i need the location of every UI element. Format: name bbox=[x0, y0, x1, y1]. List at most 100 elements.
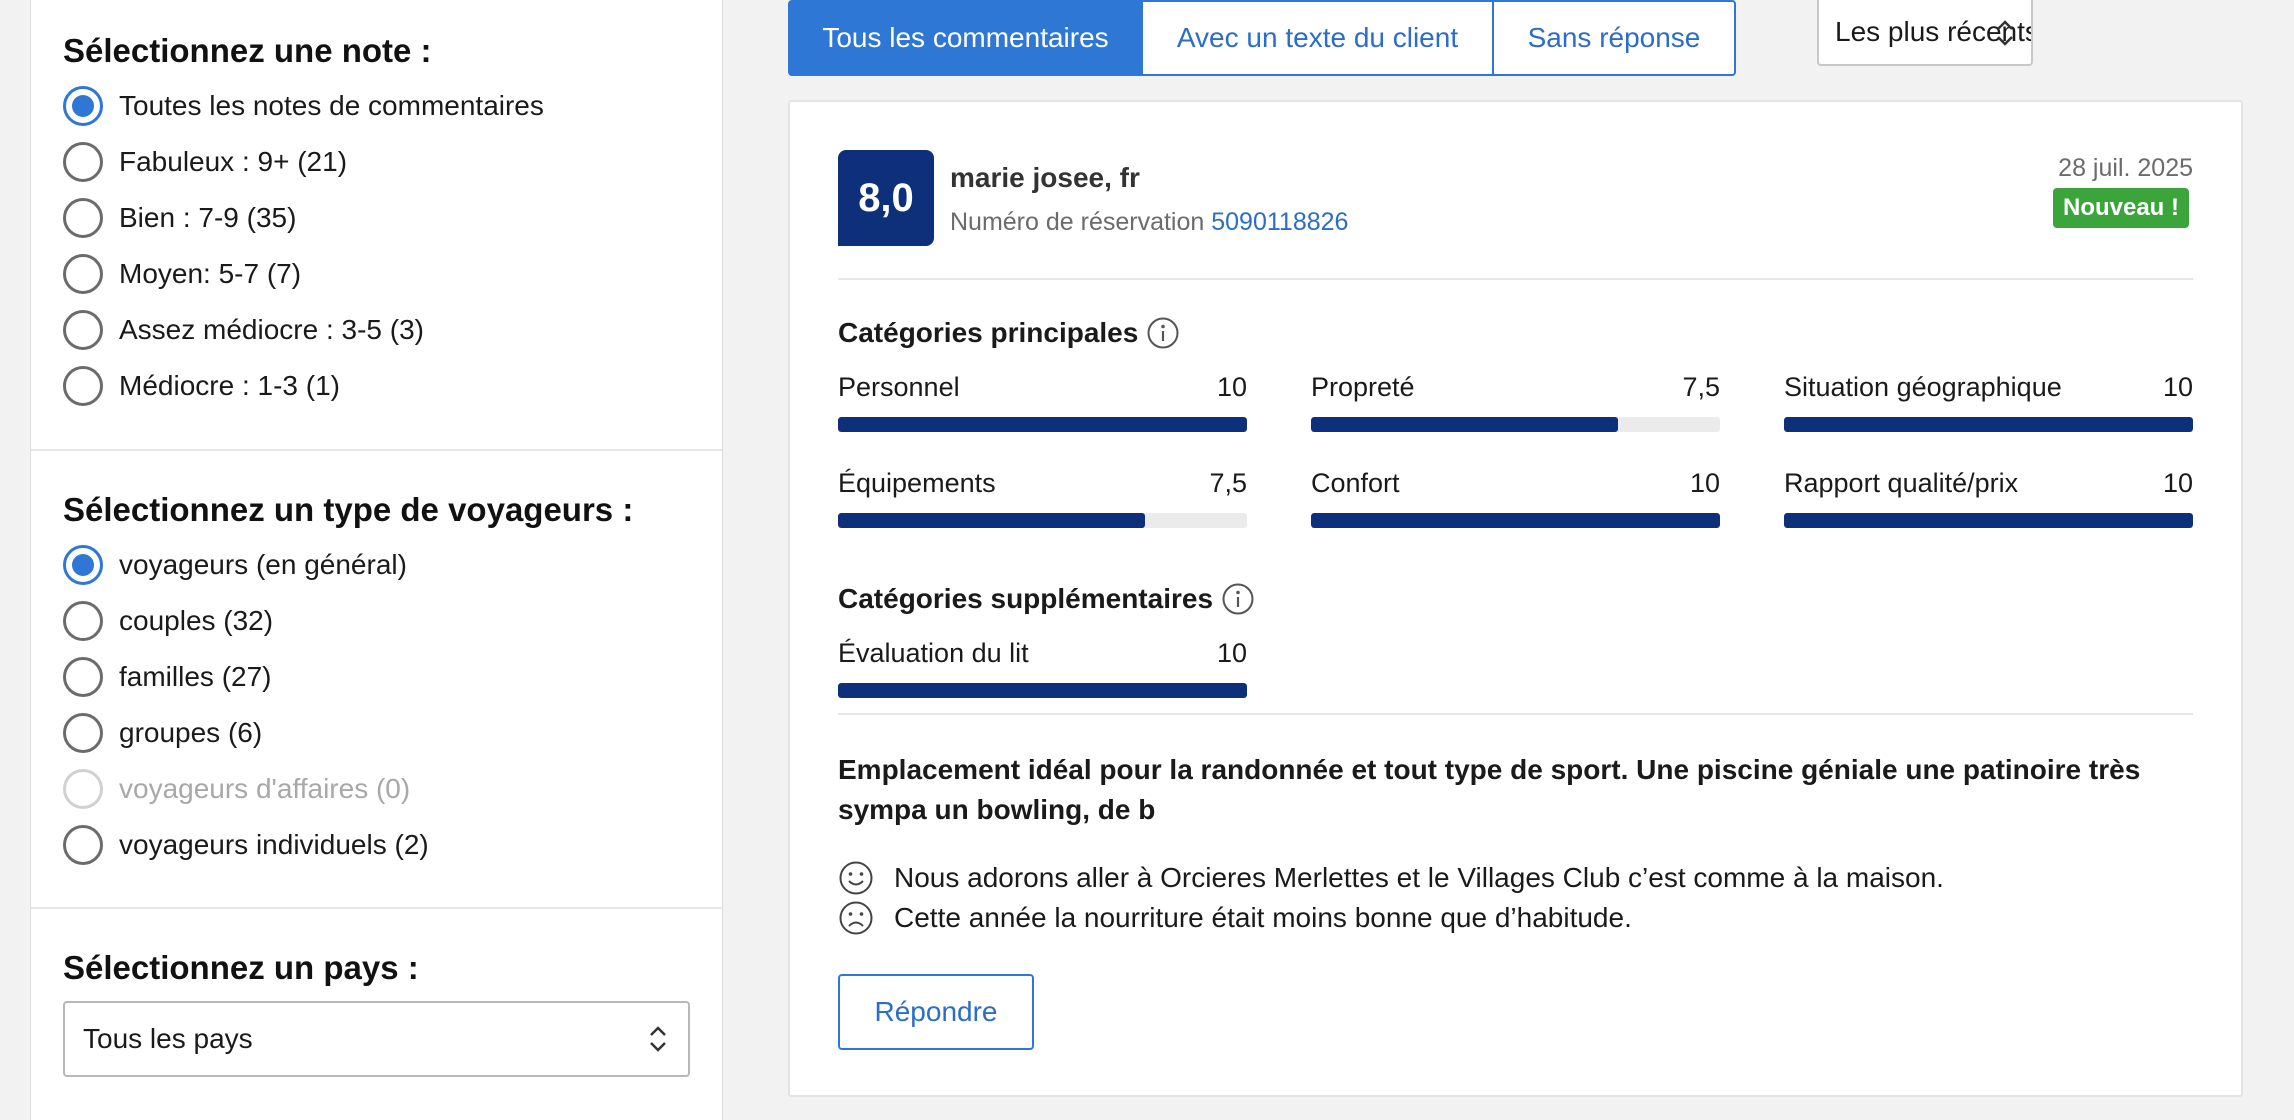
positive-comment-text: Nous adorons aller à Orcieres Merlettes … bbox=[894, 862, 1944, 893]
rating-option-average[interactable]: Moyen: 5-7 (7) bbox=[63, 246, 690, 302]
review-tabs: Tous les commentaires Avec un texte du c… bbox=[788, 0, 1736, 76]
divider bbox=[838, 278, 2193, 280]
radio-button-icon[interactable] bbox=[63, 86, 103, 126]
extra-categories-title: Catégories supplémentaires bbox=[838, 583, 1214, 614]
category-bar-track bbox=[1311, 513, 1720, 528]
rating-option-label: Assez médiocre : 3-5 (3) bbox=[119, 314, 424, 345]
rating-options: Toutes les notes de commentaires Fabuleu… bbox=[63, 78, 690, 414]
extra-categories-heading: Catégories supplémentaires bbox=[838, 582, 1255, 616]
category-bar-fill bbox=[1784, 417, 2193, 432]
sort-select[interactable]: Les plus récents en premie bbox=[1817, 0, 2033, 66]
radio-button-icon[interactable] bbox=[63, 254, 103, 294]
category-bar-fill bbox=[1784, 513, 2193, 528]
rating-option-label: Toutes les notes de commentaires bbox=[119, 90, 544, 121]
category-bar-track bbox=[1784, 513, 2193, 528]
traveler-type-options: voyageurs (en général) couples (32) fami… bbox=[63, 537, 690, 873]
rating-option-poor[interactable]: Médiocre : 1-3 (1) bbox=[63, 358, 690, 414]
category-item: Confort 10 bbox=[1311, 468, 1720, 528]
info-icon[interactable] bbox=[1221, 582, 1255, 616]
positive-comment: Nous adorons aller à Orcieres Merlettes … bbox=[838, 860, 1944, 896]
country-select-value: Tous les pays bbox=[83, 1023, 253, 1054]
new-badge: Nouveau ! bbox=[2052, 188, 2189, 228]
country-select[interactable]: Tous les pays bbox=[63, 1001, 690, 1077]
category-score: 10 bbox=[2162, 468, 2193, 498]
booking-number-link[interactable]: 5090118826 bbox=[1211, 208, 1348, 236]
radio-button-icon[interactable] bbox=[63, 198, 103, 238]
country-filter-heading: Sélectionnez un pays : bbox=[63, 949, 419, 986]
traveler-option-groups[interactable]: groupes (6) bbox=[63, 705, 690, 761]
rating-option-good[interactable]: Bien : 7-9 (35) bbox=[63, 190, 690, 246]
category-name: Personnel bbox=[838, 372, 960, 402]
radio-button-icon[interactable] bbox=[63, 601, 103, 641]
category-item: Rapport qualité/prix 10 bbox=[1784, 468, 2193, 528]
traveler-option-label: voyageurs individuels (2) bbox=[119, 829, 429, 860]
traveler-option-all[interactable]: voyageurs (en général) bbox=[63, 537, 690, 593]
category-row: Propreté 7,5 bbox=[1311, 372, 1720, 403]
extra-categories-list: Évaluation du lit 10 bbox=[838, 638, 1247, 698]
negative-comment-text: Cette année la nourriture était moins bo… bbox=[894, 902, 1632, 933]
booking-number-line: Numéro de réservation 5090118826 bbox=[950, 208, 1348, 237]
rating-option-label: Médiocre : 1-3 (1) bbox=[119, 370, 340, 401]
traveler-option-families[interactable]: familles (27) bbox=[63, 649, 690, 705]
radio-button-icon[interactable] bbox=[63, 366, 103, 406]
traveler-option-solo[interactable]: voyageurs individuels (2) bbox=[63, 817, 690, 873]
traveler-option-label: groupes (6) bbox=[119, 717, 263, 748]
category-name: Équipements bbox=[838, 468, 996, 498]
country-filter: Sélectionnez un pays : Tous les pays bbox=[31, 909, 722, 1120]
category-item: Équipements 7,5 bbox=[838, 468, 1247, 528]
category-bar-fill bbox=[1311, 513, 1720, 528]
filters-sidebar: Sélectionnez une note : Toutes les notes… bbox=[30, 0, 723, 1120]
radio-button-icon[interactable] bbox=[63, 310, 103, 350]
radio-button-icon[interactable] bbox=[63, 713, 103, 753]
review-card: 8,0 marie josee, fr Numéro de réservatio… bbox=[788, 100, 2243, 1097]
review-date: 28 juil. 2025 bbox=[2058, 154, 2193, 182]
category-name: Propreté bbox=[1311, 372, 1415, 402]
category-bar-fill bbox=[1311, 417, 1618, 432]
category-bar-track bbox=[838, 513, 1247, 528]
category-item: Situation géographique 10 bbox=[1784, 372, 2193, 432]
rating-option-label: Bien : 7-9 (35) bbox=[119, 202, 297, 233]
rating-option-fairly-poor[interactable]: Assez médiocre : 3-5 (3) bbox=[63, 302, 690, 358]
radio-button-icon[interactable] bbox=[63, 657, 103, 697]
review-title: Emplacement idéal pour la randonnée et t… bbox=[838, 754, 2141, 825]
category-bar-fill bbox=[838, 513, 1145, 528]
divider bbox=[838, 713, 2193, 715]
review-score-badge: 8,0 bbox=[838, 150, 934, 246]
radio-button-icon[interactable] bbox=[63, 825, 103, 865]
category-name: Rapport qualité/prix bbox=[1784, 468, 2019, 498]
category-row: Rapport qualité/prix 10 bbox=[1784, 468, 2193, 499]
smiley-icon bbox=[839, 861, 873, 895]
category-bar-track bbox=[1784, 417, 2193, 432]
radio-button-icon bbox=[63, 769, 103, 809]
category-row: Évaluation du lit 10 bbox=[838, 638, 1247, 669]
radio-button-icon[interactable] bbox=[63, 142, 103, 182]
tab-unanswered[interactable]: Sans réponse bbox=[1494, 0, 1736, 76]
traveler-option-label: couples (32) bbox=[119, 605, 274, 636]
category-row: Personnel 10 bbox=[838, 372, 1247, 403]
up-down-chevron-icon bbox=[650, 1026, 666, 1052]
main-categories-grid: Personnel 10 Propreté 7,5 Situation géograph… bbox=[838, 372, 2196, 528]
rating-option-label: Moyen: 5-7 (7) bbox=[119, 258, 302, 289]
info-icon[interactable] bbox=[1146, 316, 1180, 350]
traveler-option-label: familles (27) bbox=[119, 661, 272, 692]
main-categories-title: Catégories principales bbox=[838, 317, 1139, 348]
tab-with-client-text[interactable]: Avec un texte du client bbox=[1143, 0, 1494, 76]
rating-option-fabulous[interactable]: Fabuleux : 9+ (21) bbox=[63, 134, 690, 190]
category-row: Confort 10 bbox=[1311, 468, 1720, 499]
category-score: 10 bbox=[1216, 372, 1247, 402]
traveler-option-couples[interactable]: couples (32) bbox=[63, 593, 690, 649]
traveler-type-filter: Sélectionnez un type de voyageurs : voya… bbox=[31, 451, 722, 909]
category-score: 10 bbox=[1216, 638, 1247, 668]
radio-button-icon[interactable] bbox=[63, 545, 103, 585]
category-row: Situation géographique 10 bbox=[1784, 372, 2193, 403]
rating-option-all[interactable]: Toutes les notes de commentaires bbox=[63, 78, 690, 134]
traveler-option-business: voyageurs d'affaires (0) bbox=[63, 761, 690, 817]
frown-icon bbox=[839, 901, 873, 935]
tab-all-reviews[interactable]: Tous les commentaires bbox=[788, 0, 1143, 76]
rating-filter-heading: Sélectionnez une note : bbox=[63, 32, 432, 69]
category-row: Équipements 7,5 bbox=[838, 468, 1247, 499]
category-name: Évaluation du lit bbox=[838, 638, 1029, 668]
traveler-option-label: voyageurs (en général) bbox=[119, 549, 407, 580]
category-bar-track bbox=[838, 683, 1247, 698]
reply-button[interactable]: Répondre bbox=[838, 974, 1034, 1050]
